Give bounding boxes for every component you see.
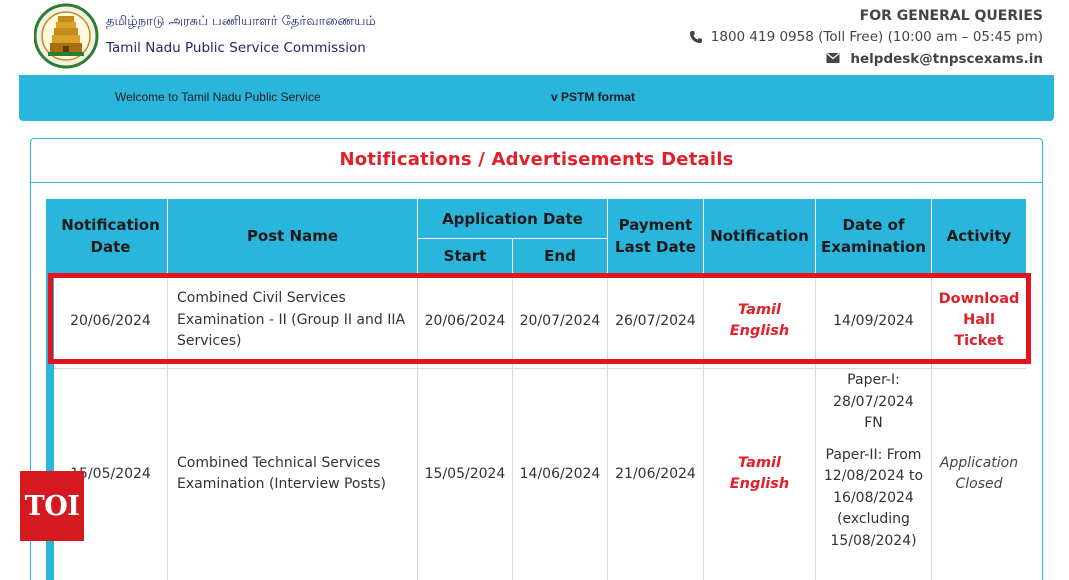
paper2-label: Paper-II: From (825, 446, 922, 463)
cell-exam-date: Paper-I: 28/07/2024 FN Paper-II: From 12… (815, 368, 931, 580)
paper1-label: Paper-I: (847, 372, 900, 388)
tn-government-emblem (33, 2, 100, 70)
toi-watermark-logo: TOI (20, 471, 84, 541)
marquee-welcome-text[interactable]: Welcome to Tamil Nadu Public Service (115, 90, 321, 104)
marquee-format-text[interactable]: v PSTM format (551, 90, 635, 104)
cell-start-date: 15/05/2024 (417, 368, 512, 580)
header-application-date: Application Date (417, 199, 607, 239)
toi-logo-text: TOI (24, 490, 80, 522)
tamil-notification-link[interactable]: Tamil (730, 453, 790, 474)
english-notification-link[interactable]: English (730, 474, 790, 495)
cell-post-name: Combined Technical Services Examination … (167, 368, 417, 580)
header-date-of-examination: Date of Examination (815, 199, 931, 273)
org-name-tamil: தமிழ்நாடு அரசுப் பணியாளர் தேர்வாணையம் (106, 14, 376, 29)
phone-contact: 1800 419 0958 (Toll Free) (10:00 am – 05… (689, 29, 1043, 45)
announcement-marquee: Welcome to Tamil Nadu Public Service v P… (19, 75, 1054, 121)
panel-title: Notifications / Advertisements Details (31, 139, 1042, 183)
paper2-to: 16/08/2024 (833, 489, 914, 506)
header-notification: Notification (703, 199, 815, 273)
application-closed-status: Application Closed (940, 453, 1018, 495)
email-link[interactable]: helpdesk@tnpscexams.in (850, 51, 1043, 67)
table-row: 15/05/2024 Combined Technical Services E… (54, 368, 1026, 580)
cell-end-date: 14/06/2024 (512, 368, 607, 580)
mail-icon (826, 52, 840, 66)
paper1-session: FN (864, 415, 883, 431)
org-name-english: Tamil Nadu Public Service Commission (106, 40, 366, 56)
cell-payment-last-date: 21/06/2024 (607, 368, 703, 580)
header-end: End (512, 239, 607, 273)
cell-activity: Application Closed (931, 368, 1026, 580)
header-activity: Activity (931, 199, 1026, 273)
phone-text[interactable]: 1800 419 0958 (Toll Free) (10:00 am – 05… (711, 29, 1043, 45)
header-start: Start (417, 239, 512, 273)
header-payment-last-date: Payment Last Date (607, 199, 703, 273)
paper2-from: 12/08/2024 to (823, 468, 924, 484)
activity-line-2: Closed (955, 476, 1003, 492)
email-contact: helpdesk@tnpscexams.in (826, 51, 1043, 67)
header-notification-date: Notification Date (54, 199, 167, 273)
highlight-box (48, 273, 1031, 364)
table-header-row: Notification Date Post Name Application … (54, 199, 1026, 273)
activity-line-1: Application (939, 455, 1019, 471)
cell-notification-links: Tamil English (703, 368, 815, 580)
paper2-excluding-date: 15/08/2024) (830, 532, 917, 549)
general-queries-title: FOR GENERAL QUERIES (859, 8, 1043, 24)
site-header: தமிழ்நாடு அரசுப் பணியாளர் தேர்வாணையம் Ta… (0, 0, 1069, 76)
paper2-excluding: (excluding (837, 511, 910, 527)
header-post-name: Post Name (167, 199, 417, 273)
phone-icon (689, 30, 703, 44)
paper1-date: 28/07/2024 (833, 393, 914, 410)
